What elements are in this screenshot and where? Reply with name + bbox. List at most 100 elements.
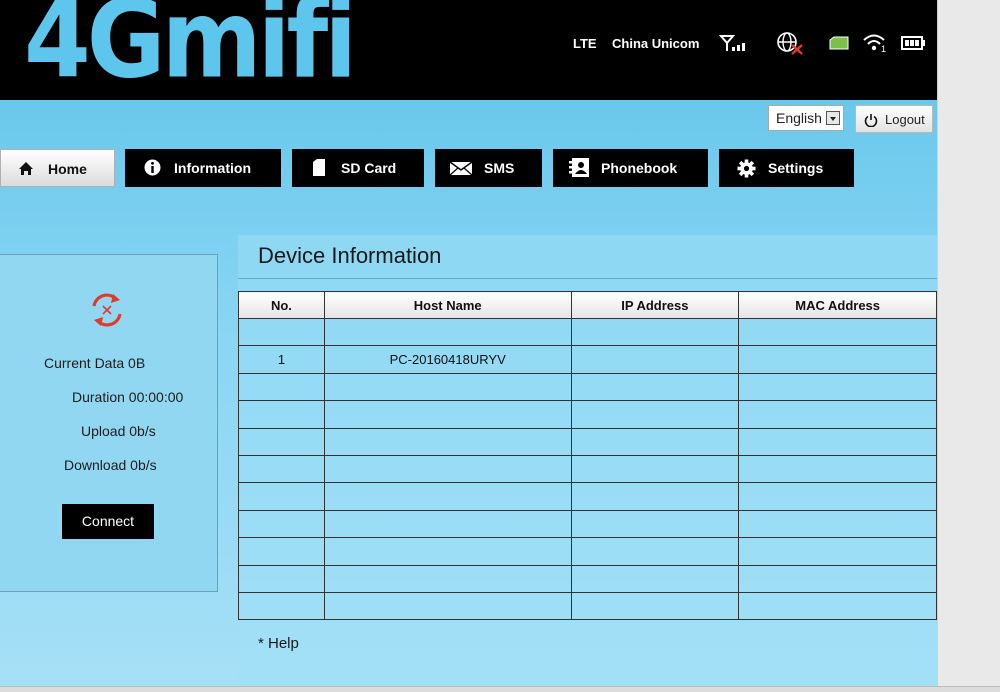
battery-icon [901,36,925,50]
table-row [238,427,937,456]
sim-icon [829,36,849,50]
device-information-header: Device Information [238,235,937,279]
table-row [238,372,937,402]
table-cell [323,591,572,621]
table-cell [238,400,325,429]
download-rate-label: Download 0b/s [64,457,157,473]
table-cell [323,509,572,539]
nav-information-label: Information [174,160,251,176]
nav-sd-card-label: SD Card [341,160,397,176]
header-bar: 4Gmifi LTE China Unicom 1 [0,0,937,100]
nav-sd-card[interactable]: SD Card [292,149,424,187]
chevron-down-icon[interactable] [826,111,840,125]
column-header-no: No. [238,291,325,319]
logout-button[interactable]: Logout [855,105,933,133]
table-cell [323,372,572,402]
table-cell [323,454,572,484]
sd-card-icon [313,159,325,176]
table-cell [738,372,937,402]
table-cell: PC-20160418URYV [323,345,572,374]
column-header-mac-address: MAC Address [738,291,937,319]
phonebook-icon [569,158,589,177]
nav-home-label: Home [48,161,87,177]
nav-information[interactable]: Information [125,149,281,187]
table-cell [570,400,740,429]
table-cell [738,482,937,511]
table-cell [738,400,937,429]
table-cell [238,427,325,456]
connect-button[interactable]: Connect [62,504,154,539]
envelope-icon [449,161,473,176]
column-header-host-name: Host Name [323,291,572,319]
nav-sms[interactable]: SMS [435,149,542,187]
table-cell [238,317,325,347]
table-cell [570,564,740,593]
table-cell: 1 [238,345,325,374]
network-type-label: LTE [573,36,597,51]
help-link[interactable]: * Help [258,635,299,652]
connection-status-panel: Current Data 0B Duration 00:00:00 Upload… [0,254,218,592]
table-row [238,564,937,593]
nav-sms-label: SMS [484,160,515,176]
wifi-client-count: 1 [881,44,886,53]
gear-icon [737,159,756,178]
table-cell [323,400,572,429]
table-cell [570,345,740,374]
nav-phonebook[interactable]: Phonebook [553,149,708,187]
disconnected-refresh-icon [92,293,122,327]
duration-label: Duration 00:00:00 [72,389,184,405]
table-cell [238,537,325,566]
table-cell [323,482,572,511]
table-row [238,537,937,566]
table-cell [738,317,937,347]
language-select[interactable]: English [768,105,844,131]
table-cell [738,345,937,374]
device-table-body: 1 PC-20160418URYV [238,317,937,621]
device-information-title: Device Information [258,243,442,268]
router-admin-page: 4Gmifi LTE China Unicom 1 English Logout… [0,0,1000,692]
column-header-ip-address: IP Address [570,291,740,319]
operator-label: China Unicom [612,36,700,51]
table-row [238,591,937,621]
table-cell [238,482,325,511]
table-cell [738,427,937,456]
table-cell [238,564,325,593]
device-information-panel: Device Information No. Host Name IP Addr… [238,235,937,685]
signal-icon [719,35,745,51]
nav-phonebook-label: Phonebook [601,160,678,176]
device-table: No. Host Name IP Address MAC Address 1 PC… [238,291,937,621]
table-cell [738,509,937,539]
table-row [238,400,937,429]
table-cell [738,537,937,566]
table-cell [570,509,740,539]
internet-disconnected-icon [777,32,803,55]
table-cell [238,372,325,402]
logout-label: Logout [885,112,925,127]
table-header-row: No. Host Name IP Address MAC Address [238,291,937,319]
table-cell [570,482,740,511]
table-cell [570,427,740,456]
table-row [238,317,937,347]
table-row [238,454,937,484]
nav-home[interactable]: Home [0,149,115,187]
table-cell [323,427,572,456]
table-cell [570,591,740,621]
window-bottom-edge [0,686,1000,692]
table-cell [738,591,937,621]
table-cell [323,564,572,593]
table-row: 1 PC-20160418URYV [238,345,937,374]
power-icon [864,114,878,127]
nav-settings[interactable]: Settings [719,149,854,187]
table-cell [238,509,325,539]
upload-rate-label: Upload 0b/s [81,423,156,439]
table-row [238,509,937,539]
table-cell [570,317,740,347]
window-background-strip [937,0,1000,692]
home-icon [19,162,33,175]
table-cell [238,591,325,621]
language-select-value: English [776,110,822,126]
table-cell [323,317,572,347]
info-icon [144,159,161,176]
table-cell [570,537,740,566]
table-row [238,482,937,511]
